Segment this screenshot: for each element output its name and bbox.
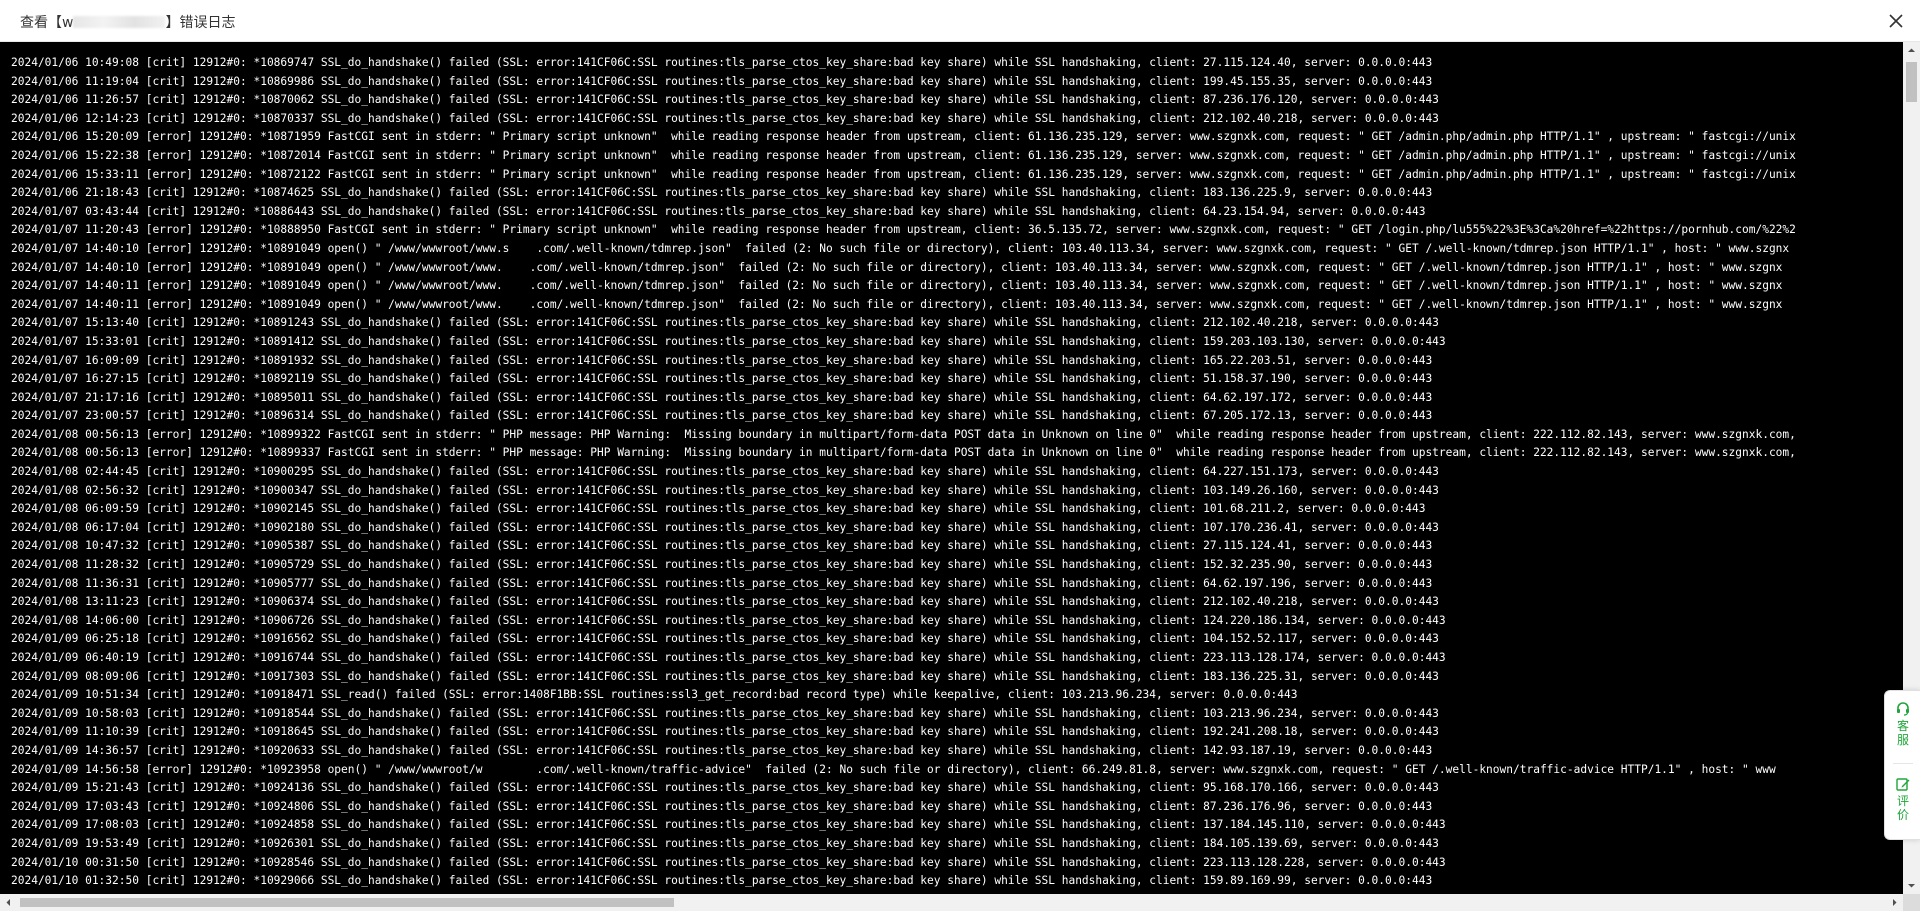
review-label: 评价 [1896, 794, 1909, 822]
float-panel-divider [1893, 763, 1913, 764]
log-line: 2024/01/09 14:56:58 [error] 12912#0: *10… [11, 762, 1776, 776]
log-line: 2024/01/08 11:36:31 [crit] 12912#0: *109… [11, 576, 1433, 590]
log-line: 2024/01/07 16:27:15 [crit] 12912#0: *108… [11, 372, 1433, 386]
log-line: 2024/01/10 00:31:50 [crit] 12912#0: *109… [11, 855, 1446, 869]
log-line: 2024/01/08 02:56:32 [crit] 12912#0: *109… [11, 483, 1439, 497]
log-line: 2024/01/07 14:40:10 [error] 12912#0: *10… [11, 241, 1790, 255]
log-line: 2024/01/09 10:51:34 [crit] 12912#0: *109… [11, 688, 1298, 702]
log-line: 2024/01/10 01:32:50 [crit] 12912#0: *109… [11, 874, 1433, 888]
log-line: 2024/01/09 17:03:43 [crit] 12912#0: *109… [11, 799, 1433, 813]
log-line: 2024/01/07 03:43:44 [crit] 12912#0: *108… [11, 204, 1426, 218]
scroll-down-arrow-icon[interactable] [1903, 877, 1920, 894]
log-line: 2024/01/08 06:09:59 [crit] 12912#0: *109… [11, 502, 1426, 516]
log-line: 2024/01/06 11:26:57 [crit] 12912#0: *108… [11, 93, 1439, 107]
log-line: 2024/01/08 10:47:32 [crit] 12912#0: *109… [11, 539, 1433, 553]
error-log-viewer[interactable]: 2024/01/06 10:49:08 [crit] 12912#0: *108… [0, 42, 1920, 911]
dialog-title: 查看【w 】错误日志 [20, 12, 235, 32]
log-line: 2024/01/08 06:17:04 [crit] 12912#0: *109… [11, 520, 1439, 534]
floating-support-panel: 客服 评价 [1884, 690, 1920, 840]
log-line: 2024/01/09 06:40:19 [crit] 12912#0: *109… [11, 651, 1446, 664]
log-line: 2024/01/09 15:21:43 [crit] 12912#0: *109… [11, 781, 1439, 795]
horizontal-scrollbar[interactable] [0, 894, 1903, 911]
dialog-title-prefix: 查看【 [20, 15, 62, 31]
log-line: 2024/01/06 11:19:04 [crit] 12912#0: *108… [11, 74, 1433, 88]
log-line: 2024/01/06 15:20:09 [error] 12912#0: *10… [11, 130, 1796, 144]
log-line: 2024/01/09 06:25:18 [crit] 12912#0: *109… [11, 632, 1439, 646]
log-line: 2024/01/09 11:10:39 [crit] 12912#0: *109… [11, 725, 1439, 739]
dialog-title-suffix: 】错误日志 [165, 15, 236, 31]
log-line: 2024/01/09 17:08:03 [crit] 12912#0: *109… [11, 818, 1446, 832]
log-line: 2024/01/07 15:13:40 [crit] 12912#0: *108… [11, 316, 1439, 330]
close-button[interactable] [1886, 11, 1906, 31]
dialog-title-site-start: w [62, 15, 74, 31]
customer-service-button[interactable]: 客服 [1885, 701, 1920, 747]
log-line: 2024/01/06 21:18:43 [crit] 12912#0: *108… [11, 186, 1433, 200]
log-line: 2024/01/07 11:20:43 [error] 12912#0: *10… [11, 223, 1796, 237]
vertical-scroll-thumb[interactable] [1906, 62, 1917, 102]
log-line: 2024/01/06 15:33:11 [error] 12912#0: *10… [11, 167, 1796, 181]
log-line: 2024/01/08 13:11:23 [crit] 12912#0: *109… [11, 595, 1439, 609]
review-button[interactable]: 评价 [1885, 776, 1920, 822]
log-line: 2024/01/06 15:22:38 [error] 12912#0: *10… [11, 148, 1796, 162]
log-lines: 2024/01/06 10:49:08 [crit] 12912#0: *108… [11, 54, 1901, 894]
log-line: 2024/01/08 00:56:13 [error] 12912#0: *10… [11, 446, 1796, 460]
log-line: 2024/01/08 02:44:45 [crit] 12912#0: *109… [11, 465, 1439, 479]
log-line: 2024/01/08 11:28:32 [crit] 12912#0: *109… [11, 558, 1433, 572]
log-line: 2024/01/09 14:36:57 [crit] 12912#0: *109… [11, 743, 1433, 757]
dialog-titlebar: 查看【w 】错误日志 [0, 0, 1920, 42]
scroll-right-arrow-icon[interactable] [1886, 894, 1903, 911]
log-line: 2024/01/09 19:53:49 [crit] 12912#0: *109… [11, 836, 1439, 850]
horizontal-scroll-thumb[interactable] [20, 898, 674, 907]
scroll-left-arrow-icon[interactable] [0, 894, 17, 911]
log-line: 2024/01/08 00:56:13 [error] 12912#0: *10… [11, 427, 1796, 441]
log-line: 2024/01/09 10:58:03 [crit] 12912#0: *109… [11, 706, 1439, 720]
log-line: 2024/01/06 10:49:08 [crit] 12912#0: *108… [11, 56, 1433, 69]
log-line: 2024/01/07 23:00:57 [crit] 12912#0: *108… [11, 409, 1433, 423]
log-line: 2024/01/07 16:09:09 [crit] 12912#0: *108… [11, 353, 1433, 367]
scrollbar-corner [1903, 894, 1920, 911]
customer-service-icon [1897, 702, 1909, 716]
log-line: 2024/01/09 08:09:06 [crit] 12912#0: *109… [11, 669, 1439, 683]
redacted-site-name [73, 16, 166, 28]
close-icon [1889, 14, 1903, 28]
customer-service-label: 客服 [1896, 719, 1909, 747]
log-line: 2024/01/07 21:17:16 [crit] 12912#0: *108… [11, 390, 1433, 404]
log-line: 2024/01/07 15:33:01 [crit] 12912#0: *108… [11, 334, 1446, 348]
log-line: 2024/01/07 14:40:10 [error] 12912#0: *10… [11, 260, 1783, 274]
scroll-up-arrow-icon[interactable] [1903, 42, 1920, 59]
log-line: 2024/01/07 14:40:11 [error] 12912#0: *10… [11, 279, 1783, 293]
log-line: 2024/01/08 14:06:00 [crit] 12912#0: *109… [11, 613, 1446, 627]
edit-icon [1896, 778, 1910, 791]
log-line: 2024/01/07 14:40:11 [error] 12912#0: *10… [11, 297, 1783, 311]
log-line: 2024/01/06 12:14:23 [crit] 12912#0: *108… [11, 111, 1439, 125]
